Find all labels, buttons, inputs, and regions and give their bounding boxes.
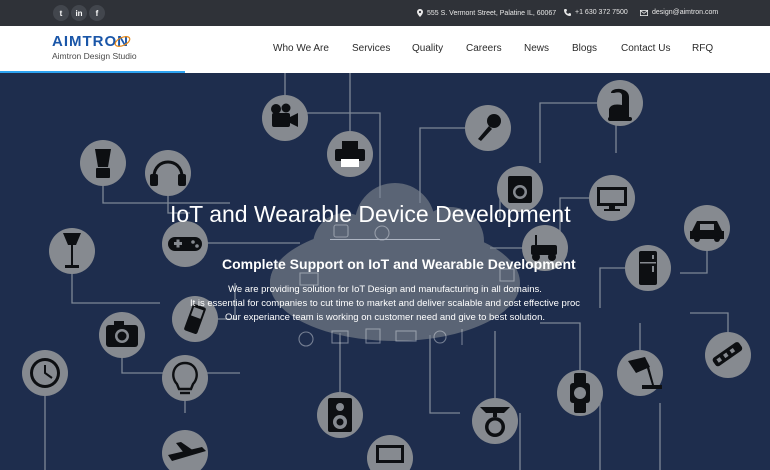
phone-info[interactable]: +1 630 372 7500 <box>564 9 628 16</box>
nav-rfq[interactable]: RFQ <box>692 43 713 54</box>
linkedin-icon[interactable]: in <box>71 5 87 21</box>
gamepad-icon <box>168 237 202 251</box>
hero-title: IoT and Wearable Device Development <box>170 201 571 227</box>
top-bar: t in f 555 S. Vermont Street, Palatine I… <box>0 0 770 26</box>
hero-subtitle: Complete Support on IoT and Wearable Dev… <box>222 256 576 272</box>
facebook-icon[interactable]: f <box>89 5 105 21</box>
map-marker-icon <box>417 9 423 17</box>
nav-blogs[interactable]: Blogs <box>572 43 597 54</box>
nav-quality[interactable]: Quality <box>412 43 443 54</box>
fridge-icon <box>639 251 657 285</box>
email-info[interactable]: design@aimtron.com <box>640 9 718 16</box>
nav-contact-us[interactable]: Contact Us <box>621 43 670 54</box>
twitter-icon[interactable]: t <box>53 5 69 21</box>
speaker-icon <box>328 398 352 432</box>
email-text: design@aimtron.com <box>652 9 719 16</box>
hero-divider <box>330 239 440 240</box>
phone-text: +1 630 372 7500 <box>575 9 628 16</box>
hero-text-line-3: Our experiance team is working on custom… <box>224 312 545 323</box>
washing-machine-icon <box>508 176 532 203</box>
clock-icon <box>30 358 60 388</box>
nav-careers[interactable]: Careers <box>466 43 502 54</box>
hero-text-line-2: It is essential for companies to cut tim… <box>189 298 581 309</box>
address-info: 555 S. Vermont Street, Palatine IL, 6006… <box>417 9 556 17</box>
nav-who-we-are[interactable]: Who We Are <box>273 43 329 54</box>
logo-orbit-icon <box>114 36 131 47</box>
address-text: 555 S. Vermont Street, Palatine IL, 6006… <box>427 9 557 17</box>
hero-banner: IoT and Wearable Device Development Comp… <box>0 73 770 470</box>
laptop-icon <box>376 445 404 463</box>
nav-news[interactable]: News <box>524 43 549 54</box>
hero-text-line-1: We are providing solution for IoT Design… <box>228 284 542 295</box>
logo-tagline: Aimtron Design Studio <box>52 51 137 61</box>
phone-icon <box>564 9 571 16</box>
envelope-icon <box>640 9 648 16</box>
nav-services[interactable]: Services <box>352 43 390 54</box>
aimtron-logo[interactable]: AIMTRON Aimtron Design Studio <box>52 33 147 63</box>
